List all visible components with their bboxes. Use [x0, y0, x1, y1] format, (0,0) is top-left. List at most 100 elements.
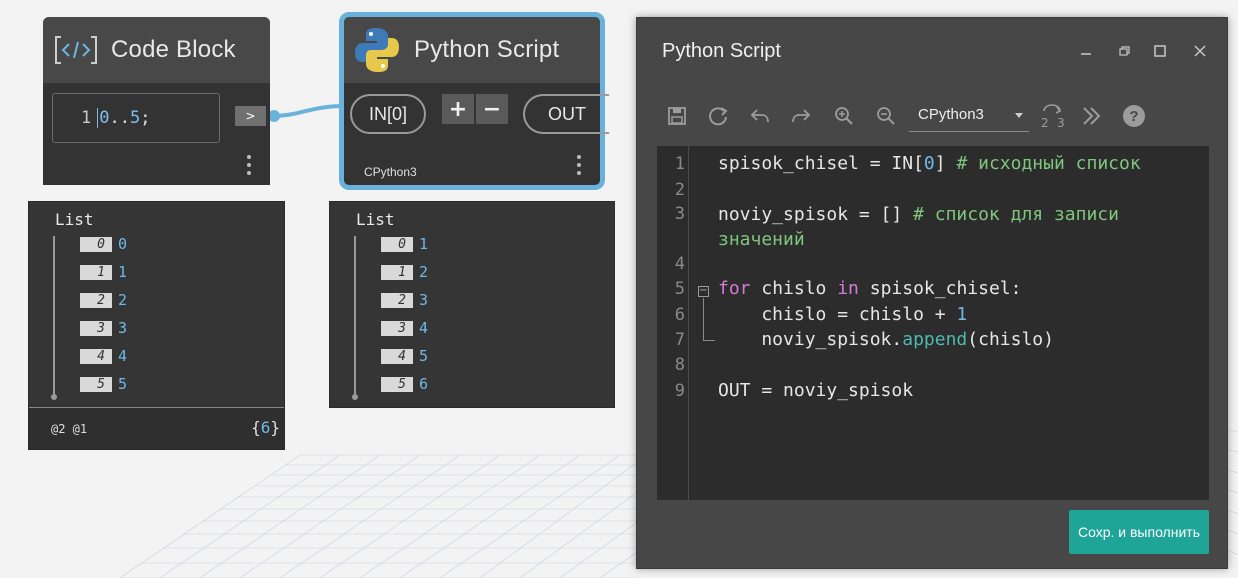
list-item: 01: [381, 234, 428, 254]
item-index: 3: [80, 320, 112, 336]
line-number: 9: [674, 381, 685, 401]
engine-dropdown-value: CPython3: [918, 106, 984, 123]
list-item: 23: [381, 290, 428, 310]
preview-footer: @2 @1 {6}: [29, 407, 284, 449]
zoom-in-icon[interactable]: [832, 104, 856, 128]
list-item: 45: [381, 346, 428, 366]
code-token: 1: [956, 304, 968, 325]
code-token: ..: [109, 108, 130, 128]
code-block-node[interactable]: Code Block 1 0 .. 5 ; >: [43, 17, 270, 185]
output-port[interactable]: >: [235, 106, 266, 126]
code-input[interactable]: 1 0 .. 5 ;: [52, 93, 220, 143]
remove-input-button[interactable]: −: [476, 94, 508, 124]
engine-label: CPython3: [364, 165, 417, 179]
minimize-icon[interactable]: [1077, 42, 1095, 60]
count-value: 6: [260, 418, 271, 437]
restore-icon[interactable]: [1115, 42, 1133, 60]
item-value: 0: [118, 235, 128, 253]
item-index: 4: [80, 348, 112, 364]
fold-toggle-icon[interactable]: −: [698, 286, 709, 297]
redo-icon[interactable]: [789, 104, 813, 128]
code-editor[interactable]: 1 2 3 4 5 6 7 8 9 − spisok_chisel = IN[0…: [657, 146, 1209, 500]
list-item: 56: [381, 374, 428, 394]
item-value: 3: [118, 319, 128, 337]
code-function: append: [902, 329, 968, 350]
list-item: 34: [381, 318, 428, 338]
code-line: for chislo in spisok_chisel:: [718, 278, 1021, 299]
close-icon[interactable]: [1191, 42, 1209, 60]
more-tools-icon[interactable]: [1080, 104, 1104, 128]
code-token: spisok_chisel = IN[: [718, 153, 924, 174]
preview-title: List: [356, 210, 395, 229]
maximize-icon[interactable]: [1151, 42, 1169, 60]
list-item: 12: [381, 262, 428, 282]
code-token: chislo = chislo +: [718, 304, 957, 325]
line-number: 2: [674, 180, 685, 200]
code-token: chislo: [750, 278, 838, 299]
list-levels: @2 @1: [51, 422, 88, 436]
node-menu-icon[interactable]: [576, 155, 582, 177]
chevron-down-icon: [1015, 113, 1023, 118]
list-item: 44: [80, 346, 127, 366]
tree-line: [51, 236, 57, 400]
code-token: noviy_spisok = []: [718, 204, 914, 225]
output-port-out[interactable]: OUT: [523, 94, 609, 134]
save-icon[interactable]: [665, 104, 689, 128]
item-index: 4: [381, 348, 413, 364]
item-value: 3: [419, 291, 429, 309]
node-title: Code Block: [111, 36, 236, 63]
help-icon[interactable]: ?: [1123, 105, 1145, 127]
python-preview: List 01 12 23 34 45 56: [329, 201, 615, 408]
count-brace-close: }: [270, 418, 280, 437]
run-icon[interactable]: [706, 104, 730, 128]
code-token: (chislo): [967, 329, 1054, 350]
engine-dropdown[interactable]: CPython3: [909, 102, 1029, 132]
code-token: ;: [140, 108, 151, 128]
code-comment: # исходный список: [956, 153, 1141, 174]
undo-icon[interactable]: [748, 104, 772, 128]
item-index: 1: [80, 264, 112, 280]
line-number: 1: [81, 108, 92, 128]
item-count: {6}: [251, 418, 280, 437]
preview-title: List: [55, 210, 94, 229]
item-value: 1: [419, 235, 429, 253]
item-index: 1: [381, 264, 413, 280]
item-value: 2: [118, 291, 128, 309]
fold-guide-end: [703, 340, 715, 341]
item-index: 0: [381, 236, 413, 252]
code-token: ]: [934, 153, 957, 174]
add-input-button[interactable]: +: [442, 94, 474, 124]
code-line: chislo = chislo + 1: [718, 304, 967, 325]
item-index: 5: [80, 376, 112, 392]
convert-engine-icon[interactable]: 23: [1037, 104, 1069, 129]
svg-text:3: 3: [1057, 116, 1065, 129]
list-item: 22: [80, 290, 127, 310]
item-value: 2: [419, 263, 429, 281]
code-block-header[interactable]: Code Block: [43, 17, 270, 83]
code-line: OUT = noviy_spisok: [718, 380, 914, 401]
item-value: 1: [118, 263, 128, 281]
item-value: 4: [118, 347, 128, 365]
python-script-node[interactable]: Python Script IN[0] + − OUT CPython3: [339, 12, 609, 190]
window-title: Python Script: [662, 40, 781, 62]
code-line: noviy_spisok = [] # список для записи: [718, 204, 1119, 225]
python-node-header[interactable]: Python Script: [344, 17, 600, 83]
item-index: 2: [80, 292, 112, 308]
fold-guide: [703, 298, 704, 340]
line-number: 1: [674, 154, 685, 174]
line-number: 6: [674, 305, 685, 325]
node-menu-icon[interactable]: [246, 155, 252, 177]
line-number: 5: [674, 279, 685, 299]
code-comment: # список для записи: [913, 204, 1119, 225]
code-line: noviy_spisok.append(chislo): [718, 329, 1054, 350]
code-bracket-icon: [53, 33, 99, 67]
save-and-run-button[interactable]: Сохр. и выполнить: [1069, 510, 1209, 554]
input-port-in0[interactable]: IN[0]: [350, 94, 426, 134]
line-number: 3: [674, 204, 685, 224]
zoom-out-icon[interactable]: [874, 104, 898, 128]
count-brace-open: {: [251, 418, 261, 437]
code-block-preview: List 00 11 22 33 44 55 @2 @1 {6}: [28, 201, 285, 450]
item-index: 0: [80, 236, 112, 252]
item-value: 5: [419, 347, 429, 365]
list-item: 11: [80, 262, 127, 282]
